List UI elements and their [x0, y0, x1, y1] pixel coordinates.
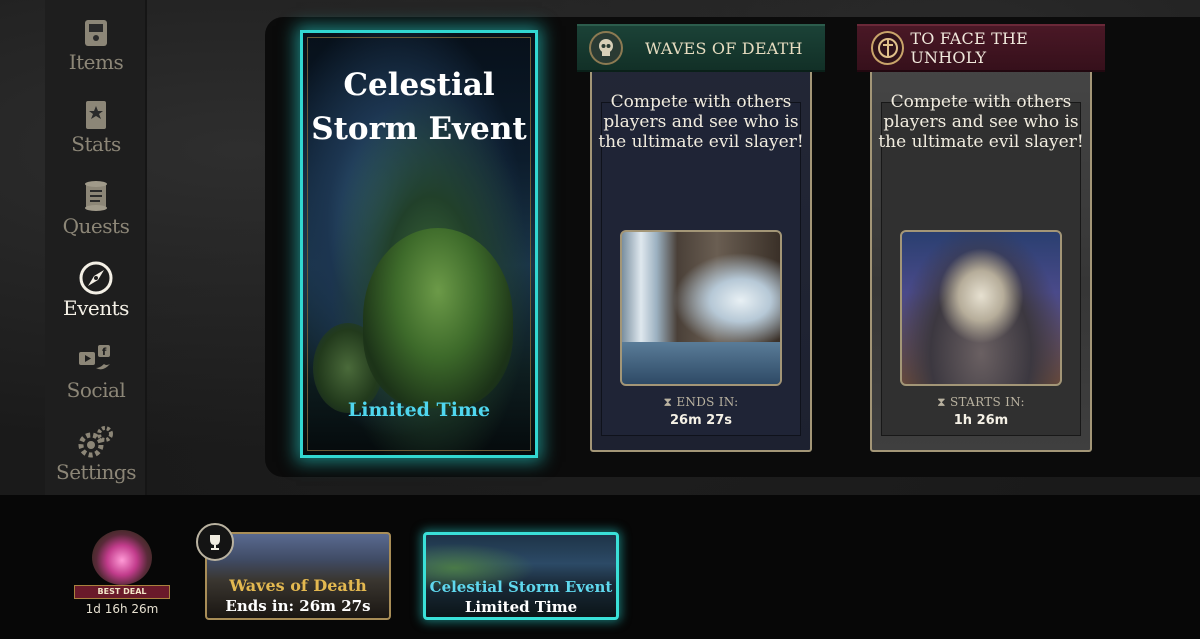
trophy-icon — [196, 523, 234, 561]
sidebar-item-label: Quests — [62, 214, 130, 238]
event-timer-value: 1h 26m — [953, 413, 1009, 428]
event-thumbnail-demon — [900, 230, 1062, 386]
sidebar-item-label: Social — [66, 378, 126, 402]
timer-label-text: STARTS IN: — [949, 395, 1025, 409]
hourglass-icon: ⧗ — [663, 395, 677, 409]
event-ribbon-label: WAVES OF DEATH — [645, 38, 803, 58]
sidebar-item-label: Items — [68, 50, 124, 74]
sidebar-item-label: Stats — [71, 132, 121, 156]
tile-title: Celestial Storm Event — [429, 578, 613, 596]
event-timer-label: ⧗ STARTS IN: — [870, 395, 1092, 410]
sidebar-item-events[interactable]: Events — [45, 258, 147, 336]
sidebar-item-settings[interactable]: Settings — [45, 422, 147, 500]
event-description: Compete with others players and see who … — [598, 92, 804, 152]
thumbnail-water — [622, 342, 780, 384]
featured-event-title: Celestial Storm Event — [311, 67, 527, 147]
hourglass-icon: ⧗ — [937, 395, 950, 409]
tile-subtitle: Limited Time — [464, 598, 578, 616]
tile-title: Waves of Death — [229, 576, 367, 595]
event-artwork-ogre — [363, 228, 513, 408]
sidebar-item-label: Settings — [56, 460, 136, 484]
sidebar-item-social[interactable]: f Social — [45, 340, 147, 418]
sidebar-nav: Items Stats Quests Events f Social Setti… — [45, 0, 147, 495]
items-icon — [76, 12, 116, 52]
compass-icon — [76, 258, 116, 298]
gear-icon — [76, 422, 116, 462]
bottom-tile-celestial-storm[interactable]: Celestial Storm Event Limited Time — [423, 532, 619, 620]
event-timer-value: 26m 27s — [670, 413, 732, 428]
sword-emblem-icon — [871, 31, 905, 65]
featured-event-footer: Limited Time — [347, 399, 491, 421]
quests-icon — [76, 176, 116, 216]
sidebar-item-stats[interactable]: Stats — [45, 94, 147, 172]
sidebar-item-label: Events — [63, 296, 129, 320]
svg-text:f: f — [102, 347, 107, 358]
tile-subtitle: Ends in: 26m 27s — [225, 597, 371, 615]
best-deal-label: BEST DEAL — [74, 585, 170, 599]
stats-icon — [76, 94, 116, 134]
skull-icon — [589, 31, 623, 65]
best-deal-button[interactable]: BEST DEAL 1d 16h 26m — [70, 530, 174, 620]
sidebar-item-quests[interactable]: Quests — [45, 176, 147, 254]
event-ribbon-label: TO FACE THE UNHOLY — [910, 29, 1029, 67]
gem-chest-icon — [92, 530, 152, 585]
sidebar-item-items[interactable]: Items — [45, 12, 147, 90]
event-ribbon-to-face-the-unholy: TO FACE THE UNHOLY — [857, 24, 1105, 72]
event-description: Compete with others players and see who … — [878, 92, 1084, 152]
event-ribbon-waves-of-death: WAVES OF DEATH — [577, 24, 825, 72]
event-timer-label: ⧗ ENDS IN: — [590, 395, 812, 410]
event-thumbnail-waterfall — [620, 230, 782, 386]
timer-label-text: ENDS IN: — [676, 395, 739, 409]
featured-event-card[interactable]: Celestial Storm Event Limited Time — [300, 30, 538, 458]
best-deal-timer: 1d 16h 26m — [85, 602, 159, 616]
social-icon: f — [76, 340, 116, 380]
